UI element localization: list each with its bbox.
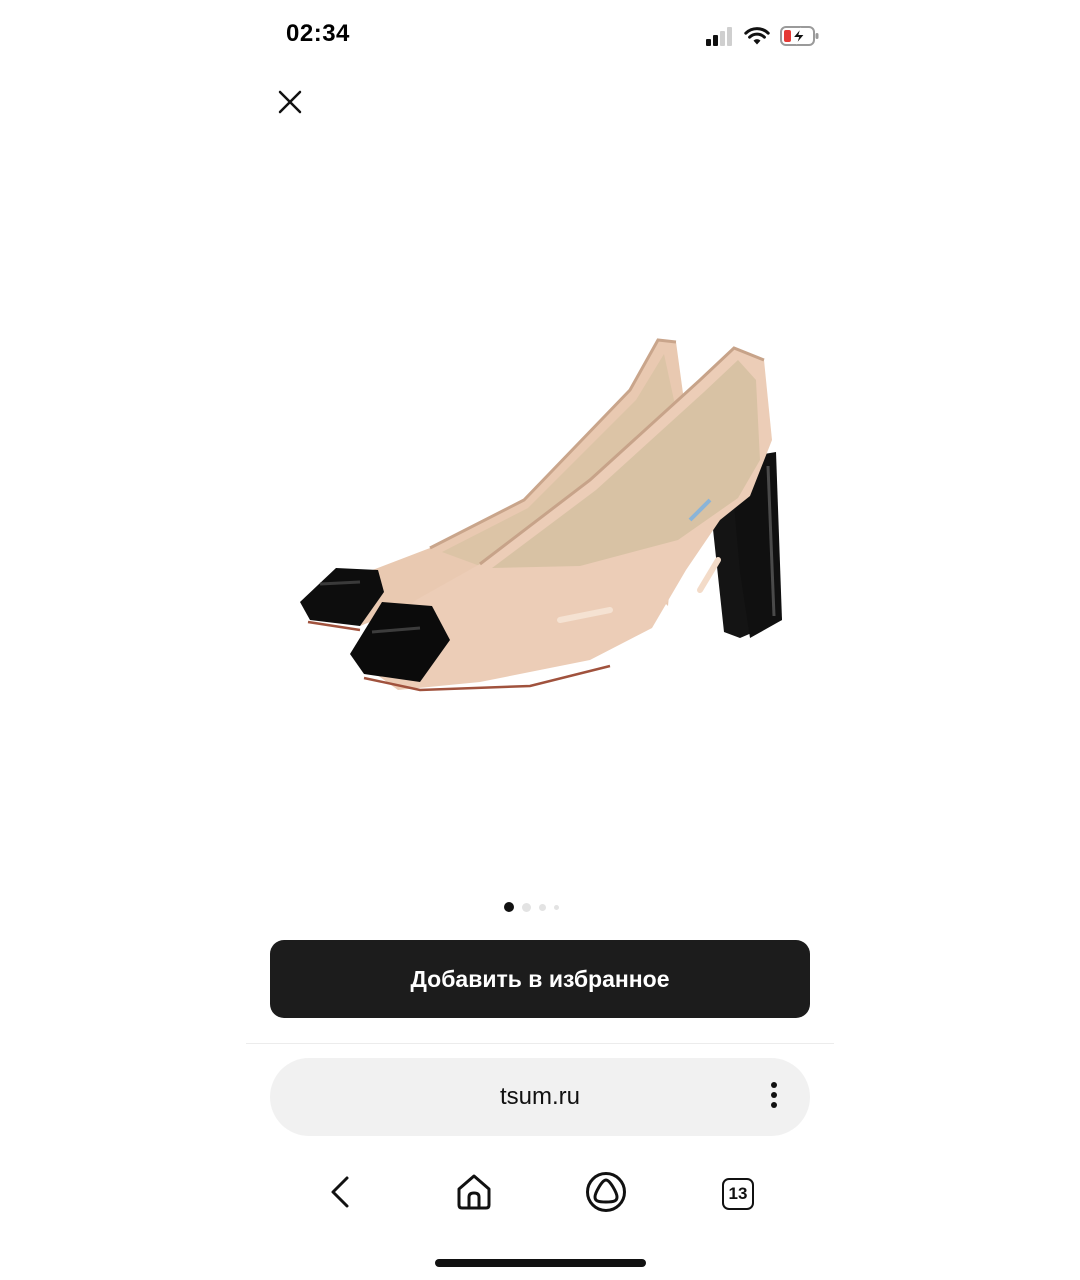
- back-button[interactable]: [314, 1168, 366, 1220]
- back-chevron-icon: [329, 1175, 351, 1214]
- tabs-button[interactable]: 13: [712, 1168, 764, 1220]
- tabs-count: 13: [728, 1184, 748, 1203]
- home-indicator[interactable]: [435, 1259, 646, 1267]
- tabs-count-icon: 13: [722, 1178, 754, 1210]
- status-icons: [706, 25, 820, 52]
- address-bar[interactable]: tsum.ru: [270, 1058, 810, 1136]
- assistant-icon: [585, 1171, 627, 1218]
- browser-nav-bar: 13: [0, 1168, 1080, 1220]
- screen: 02:34 Добавить в избранное tsum.ru 13: [0, 0, 1080, 1280]
- url-text: tsum.ru: [499, 1083, 580, 1110]
- add-to-favorites-label: Добавить в избранное: [410, 965, 670, 992]
- assistant-button[interactable]: [580, 1168, 632, 1220]
- more-menu-button[interactable]: [764, 1081, 784, 1114]
- cellular-signal-icon: [706, 26, 734, 51]
- status-time: 02:34: [286, 20, 350, 47]
- close-button[interactable]: [272, 86, 308, 122]
- pager-dot[interactable]: [539, 903, 546, 911]
- product-image[interactable]: [280, 320, 800, 720]
- divider: [246, 1043, 834, 1044]
- more-vertical-icon: [770, 1081, 778, 1114]
- home-icon: [455, 1173, 493, 1216]
- image-pager[interactable]: [504, 902, 559, 912]
- wifi-icon: [744, 26, 770, 51]
- pager-dot[interactable]: [554, 904, 559, 910]
- home-button[interactable]: [448, 1168, 500, 1220]
- pager-dot[interactable]: [522, 902, 531, 912]
- close-icon: [278, 90, 302, 119]
- battery-charging-icon: [780, 25, 820, 52]
- two-tone-pumps-illustration: [300, 338, 782, 692]
- pager-dot[interactable]: [504, 902, 514, 912]
- add-to-favorites-button[interactable]: Добавить в избранное: [270, 940, 810, 1018]
